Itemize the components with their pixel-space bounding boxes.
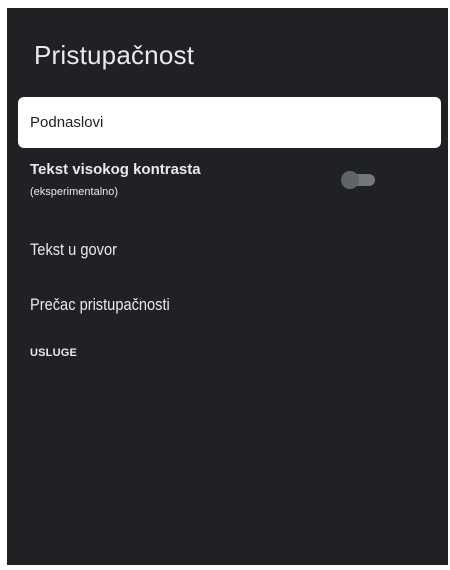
menu-item-accessibility-shortcut[interactable]: Prečac pristupačnosti: [18, 291, 441, 319]
page-title: Pristupačnost: [34, 40, 195, 70]
menu-item-high-contrast-label: Tekst visokog kontrasta: [30, 161, 201, 178]
accessibility-settings-panel: Pristupačnost Podnaslovi Tekst visokog k…: [7, 8, 448, 565]
menu-item-captions-label: Podnaslovi: [30, 114, 104, 131]
services-section-header: USLUGE: [30, 347, 78, 359]
menu-item-high-contrast-sublabel: (eksperimentalno): [30, 186, 119, 198]
high-contrast-toggle[interactable]: [341, 171, 377, 189]
menu-item-captions[interactable]: Podnaslovi: [18, 97, 441, 148]
menu-item-high-contrast-text[interactable]: Tekst visokog kontrasta (eksperimentalno…: [18, 161, 441, 207]
menu-item-text-to-speech-label: Tekst u govor: [30, 240, 117, 259]
toggle-thumb: [341, 171, 359, 189]
menu-item-text-to-speech[interactable]: Tekst u govor: [18, 236, 441, 264]
menu-item-accessibility-shortcut-label: Prečac pristupačnosti: [30, 295, 170, 314]
